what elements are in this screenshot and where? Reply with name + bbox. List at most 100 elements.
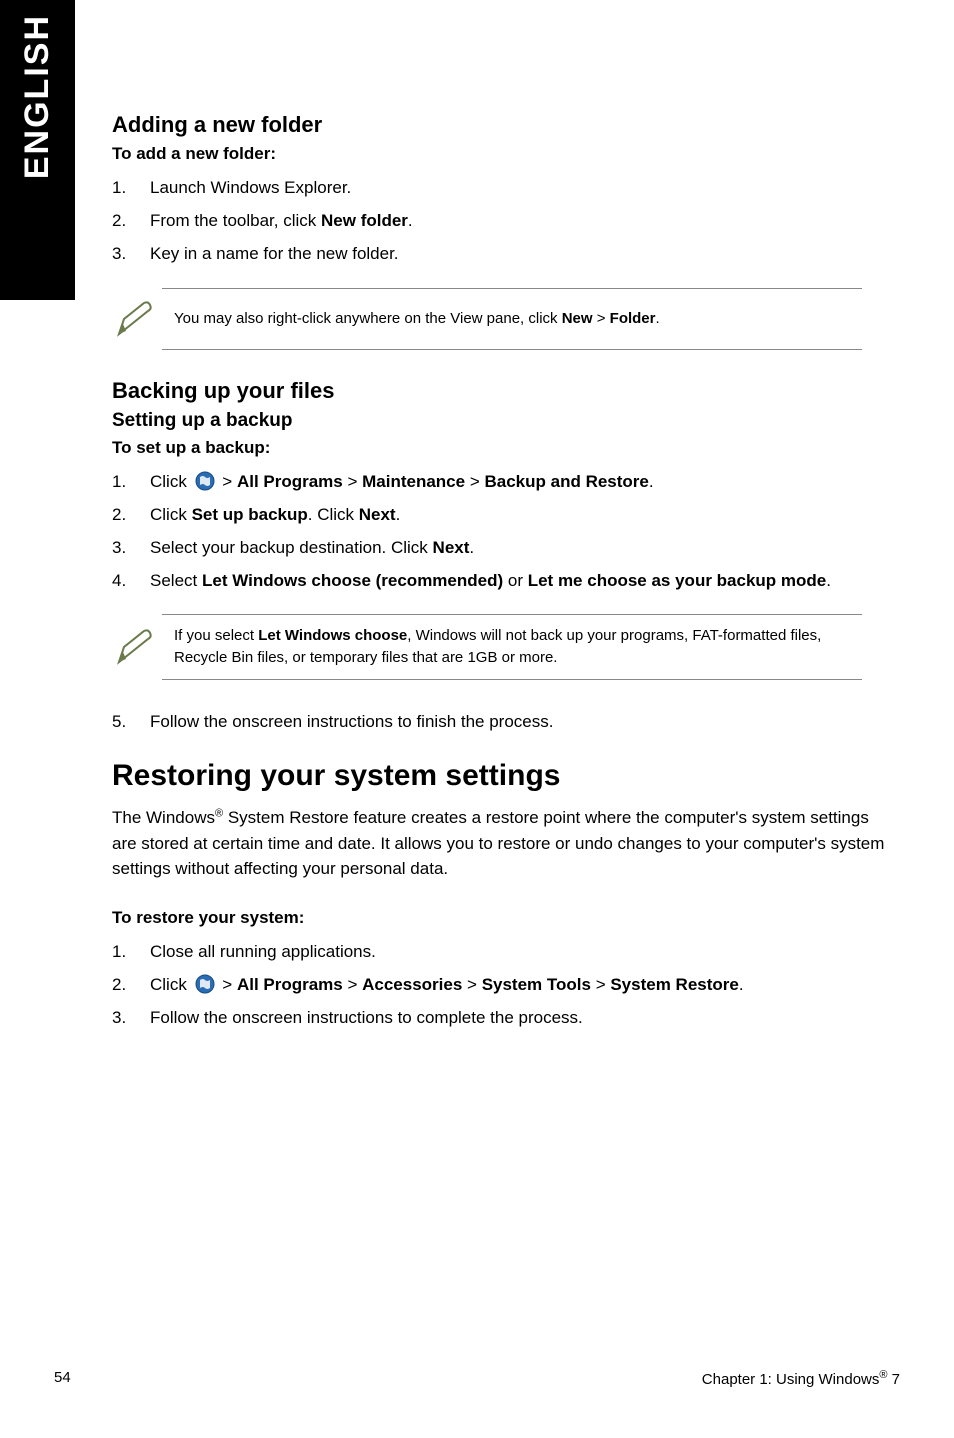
steps-add-folder: 1. Launch Windows Explorer. 2. From the … bbox=[112, 174, 892, 268]
text-bold: Next bbox=[433, 538, 470, 557]
text-fragment: > bbox=[343, 975, 362, 994]
text-fragment: The Windows bbox=[112, 808, 215, 827]
text-bold: System Restore bbox=[610, 975, 739, 994]
text-bold: Maintenance bbox=[362, 472, 465, 491]
text-bold: All Programs bbox=[237, 472, 343, 491]
step-number: 3. bbox=[112, 240, 126, 267]
paragraph: The Windows® System Restore feature crea… bbox=[112, 805, 892, 882]
step-number: 5. bbox=[112, 708, 126, 735]
text-fragment: Chapter 1: Using Windows bbox=[702, 1371, 880, 1388]
divider bbox=[162, 679, 862, 680]
text-bold: Let Windows choose bbox=[258, 627, 407, 644]
list-item: 2. Click > All Programs > Accessories > … bbox=[112, 971, 892, 998]
text-bold: Set up backup bbox=[192, 505, 308, 524]
text-fragment: . Click bbox=[308, 505, 359, 524]
heading-adding-folder: Adding a new folder bbox=[112, 112, 892, 138]
main-content: Adding a new folder To add a new folder:… bbox=[112, 112, 892, 1051]
text-bold: Folder bbox=[610, 310, 656, 327]
text-fragment: . bbox=[469, 538, 474, 557]
list-item: 1. Launch Windows Explorer. bbox=[112, 174, 892, 201]
text-fragment: > bbox=[593, 310, 610, 327]
text-bold: New folder bbox=[321, 211, 408, 230]
text-fragment: Click bbox=[150, 975, 192, 994]
chapter-label: Chapter 1: Using Windows® 7 bbox=[702, 1369, 900, 1388]
text-fragment: . bbox=[656, 310, 660, 327]
language-label: ENGLISH bbox=[18, 14, 57, 179]
list-item: 2. Click Set up backup. Click Next. bbox=[112, 501, 892, 528]
note-block: If you select Let Windows choose, Window… bbox=[162, 614, 862, 680]
heading-restoring-system: Restoring your system settings bbox=[112, 759, 892, 793]
step-number: 1. bbox=[112, 468, 126, 495]
list-item: 1. Click > All Programs > Maintenance > … bbox=[112, 468, 892, 495]
text-bold: System Tools bbox=[482, 975, 591, 994]
step-text: Select Let Windows choose (recommended) … bbox=[150, 571, 831, 590]
text-fragment: . bbox=[408, 211, 413, 230]
list-item: 3. Select your backup destination. Click… bbox=[112, 534, 892, 561]
step-number: 1. bbox=[112, 938, 126, 965]
page-footer: 54 Chapter 1: Using Windows® 7 bbox=[54, 1369, 900, 1388]
text-fragment: Select your backup destination. Click bbox=[150, 538, 433, 557]
language-side-tab: ENGLISH bbox=[0, 0, 75, 300]
text-fragment: . bbox=[396, 505, 401, 524]
heading-backing-up: Backing up your files bbox=[112, 378, 892, 404]
step-text: Close all running applications. bbox=[150, 942, 376, 961]
text-fragment: > bbox=[218, 975, 237, 994]
list-item: 5. Follow the onscreen instructions to f… bbox=[112, 708, 892, 735]
text-fragment: > bbox=[343, 472, 362, 491]
lead-restore-system: To restore your system: bbox=[112, 908, 892, 928]
step-number: 2. bbox=[112, 207, 126, 234]
lead-set-up-backup: To set up a backup: bbox=[112, 438, 892, 458]
list-item: 1. Close all running applications. bbox=[112, 938, 892, 965]
step-text: Follow the onscreen instructions to fini… bbox=[150, 712, 553, 731]
text-fragment: > bbox=[218, 472, 237, 491]
step-text: Key in a name for the new folder. bbox=[150, 244, 399, 263]
list-item: 3. Key in a name for the new folder. bbox=[112, 240, 892, 267]
step-text: Click > All Programs > Maintenance > Bac… bbox=[150, 472, 654, 491]
text-fragment: > bbox=[465, 472, 484, 491]
text-fragment: Click bbox=[150, 472, 192, 491]
text-fragment: Select bbox=[150, 571, 202, 590]
text-fragment: You may also right-click anywhere on the… bbox=[174, 310, 562, 327]
note-block: You may also right-click anywhere on the… bbox=[162, 288, 862, 350]
text-fragment: From the toolbar, click bbox=[150, 211, 321, 230]
text-bold: Backup and Restore bbox=[484, 472, 648, 491]
subheading-setting-up-backup: Setting up a backup bbox=[112, 410, 892, 432]
pen-note-icon bbox=[112, 299, 156, 339]
page-number: 54 bbox=[54, 1369, 71, 1388]
text-bold: All Programs bbox=[237, 975, 343, 994]
page: ENGLISH Adding a new folder To add a new… bbox=[0, 0, 954, 1438]
list-item: 3. Follow the onscreen instructions to c… bbox=[112, 1004, 892, 1031]
lead-add-folder: To add a new folder: bbox=[112, 144, 892, 164]
text-fragment: . bbox=[826, 571, 831, 590]
text-fragment: > bbox=[462, 975, 481, 994]
step-text: Follow the onscreen instructions to comp… bbox=[150, 1008, 583, 1027]
text-fragment: > bbox=[591, 975, 610, 994]
text-bold: Let me choose as your backup mode bbox=[528, 571, 827, 590]
text-bold: Next bbox=[359, 505, 396, 524]
step-number: 3. bbox=[112, 534, 126, 561]
text-bold: Accessories bbox=[362, 975, 462, 994]
note-text: You may also right-click anywhere on the… bbox=[174, 308, 660, 330]
text-fragment: . bbox=[649, 472, 654, 491]
pen-note-icon bbox=[112, 627, 156, 667]
step-text: Select your backup destination. Click Ne… bbox=[150, 538, 474, 557]
step-text: Click > All Programs > Accessories > Sys… bbox=[150, 975, 744, 994]
windows-start-icon bbox=[194, 471, 216, 491]
steps-restore: 1. Close all running applications. 2. Cl… bbox=[112, 938, 892, 1032]
step-text: Launch Windows Explorer. bbox=[150, 178, 351, 197]
step-text: From the toolbar, click New folder. bbox=[150, 211, 413, 230]
steps-backup: 1. Click > All Programs > Maintenance > … bbox=[112, 468, 892, 595]
list-item: 4. Select Let Windows choose (recommende… bbox=[112, 567, 892, 594]
step-number: 1. bbox=[112, 174, 126, 201]
divider bbox=[162, 349, 862, 350]
step-text: Click Set up backup. Click Next. bbox=[150, 505, 400, 524]
note-text: If you select Let Windows choose, Window… bbox=[174, 625, 862, 669]
list-item: 2. From the toolbar, click New folder. bbox=[112, 207, 892, 234]
text-fragment: If you select bbox=[174, 627, 258, 644]
text-fragment: 7 bbox=[887, 1371, 900, 1388]
steps-backup-cont: 5. Follow the onscreen instructions to f… bbox=[112, 708, 892, 735]
step-number: 3. bbox=[112, 1004, 126, 1031]
text-fragment: or bbox=[503, 571, 528, 590]
text-bold: New bbox=[562, 310, 593, 327]
text-bold: Let Windows choose (recommended) bbox=[202, 571, 503, 590]
